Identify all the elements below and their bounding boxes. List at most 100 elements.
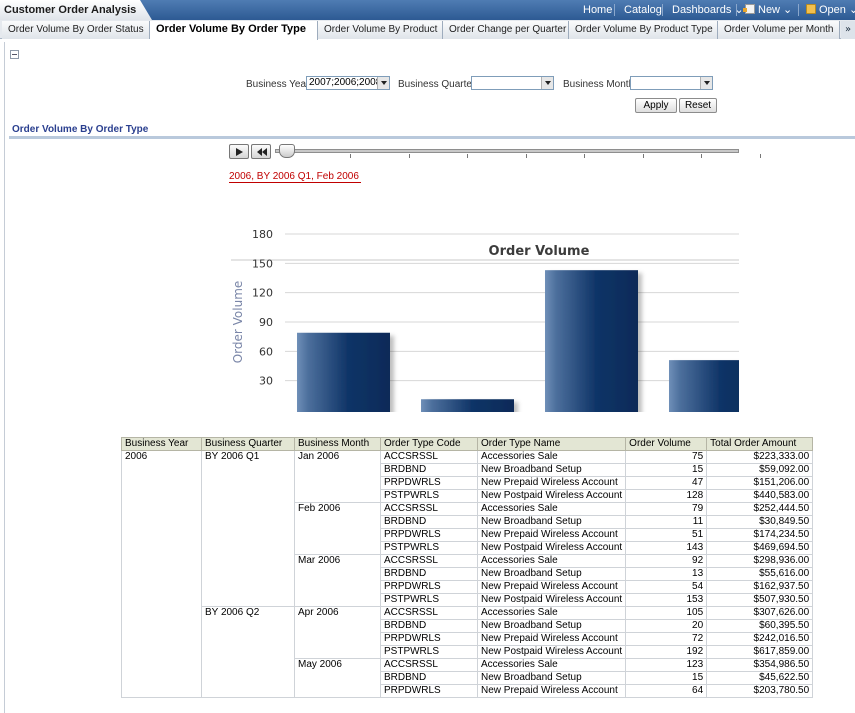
nav-catalog-link[interactable]: Catalog xyxy=(624,0,662,20)
tab-order-volume-per-month[interactable]: Order Volume per Month xyxy=(718,21,840,39)
business-month-select[interactable] xyxy=(630,76,713,90)
chart-bar-pstpwrls xyxy=(669,360,739,412)
nav-separator xyxy=(798,4,799,16)
reset-button[interactable]: Reset xyxy=(679,98,717,113)
cell-order-type-code: PRPDWRLS xyxy=(380,528,478,542)
nav-dashboards-menu[interactable]: Dashboards ⌄ xyxy=(672,0,744,20)
slider-caption: 2006, BY 2006 Q1, Feb 2006 xyxy=(229,171,361,183)
chart-title: Order Volume xyxy=(489,244,590,259)
cell-order-type-name: New Prepaid Wireless Account xyxy=(476,528,627,542)
chevron-down-icon xyxy=(700,77,712,89)
cell-total-order-amount: $59,092.00 xyxy=(706,463,814,477)
y-tick-label: 60 xyxy=(259,345,273,358)
cell-order-type-name: New Prepaid Wireless Account xyxy=(476,476,627,490)
section-title: Order Volume By Order Type xyxy=(12,124,149,135)
table-body: 2006 BY 2006 Q1 Jan 2006 ACCSRSSL Accessorie… xyxy=(121,450,814,698)
tab-order-volume-by-order-type[interactable]: Order Volume By Order Type xyxy=(150,21,318,40)
slider-tick xyxy=(701,154,702,158)
column-header-business-year[interactable]: Business Year xyxy=(121,437,202,451)
cell-total-order-amount: $252,444.50 xyxy=(706,502,814,516)
new-document-icon xyxy=(743,4,755,14)
column-header-business-quarter[interactable]: Business Quarter xyxy=(201,437,295,451)
cell-order-type-code: ACCSRSSL xyxy=(380,502,478,516)
order-volume-table: Business Year Business Quarter Business Mo… xyxy=(121,437,814,698)
cell-order-volume: 72 xyxy=(625,632,708,646)
rewind-icon xyxy=(256,148,268,156)
folder-icon xyxy=(806,4,816,14)
cell-order-type-name: New Broadband Setup xyxy=(476,619,627,633)
tab-order-volume-by-product[interactable]: Order Volume By Product xyxy=(318,21,443,39)
cell-order-volume: 13 xyxy=(625,567,708,581)
cell-total-order-amount: $45,622.50 xyxy=(706,671,814,685)
cell-total-order-amount: $307,626.00 xyxy=(706,606,814,620)
cell-order-type-name: Accessories Sale xyxy=(476,554,627,568)
y-tick-label: 90 xyxy=(259,316,273,329)
cell-total-order-amount: $30,849.50 xyxy=(706,515,814,529)
nav-new-menu[interactable]: New ⌄ xyxy=(743,0,793,20)
slider-tick xyxy=(408,154,410,158)
cell-order-type-code: BRDBND xyxy=(380,463,478,477)
business-year-select[interactable]: 2007;2006;2008 xyxy=(306,76,390,90)
table-row: 2006 BY 2006 Q1 Jan 2006 ACCSRSSL Accessorie… xyxy=(121,450,814,698)
cell-total-order-amount: $223,333.00 xyxy=(706,450,814,464)
column-header-order-type-code[interactable]: Order Type Code xyxy=(380,437,478,451)
cell-order-type-code: PSTPWRLS xyxy=(380,645,478,659)
tab-order-volume-by-product-type[interactable]: Order Volume By Product Type xyxy=(569,21,718,39)
nav-separator xyxy=(614,4,615,16)
cell-order-type-code: BRDBND xyxy=(380,515,478,529)
slider-tick xyxy=(584,154,585,158)
cell-order-type-code: PSTPWRLS xyxy=(380,489,478,503)
cell-total-order-amount: $60,395.50 xyxy=(706,619,814,633)
table-header-row: Business Year Business Quarter Business Mo… xyxy=(121,437,814,451)
rewind-button[interactable] xyxy=(251,144,271,159)
column-header-order-type-name[interactable]: Order Type Name xyxy=(476,437,627,451)
y-tick-label: 180 xyxy=(252,228,273,241)
slider-tick xyxy=(350,154,351,158)
slider-track[interactable] xyxy=(275,149,739,153)
chart-bar-prpdwrls xyxy=(545,270,638,412)
play-button[interactable] xyxy=(229,144,249,159)
cell-total-order-amount: $298,936.00 xyxy=(706,554,814,568)
cell-order-type-code: PRPDWRLS xyxy=(380,632,478,646)
cell-quarter: BY 2006 Q2 xyxy=(201,606,295,698)
apply-button[interactable]: Apply xyxy=(635,98,677,113)
chart-bar-accsrssl xyxy=(297,332,390,412)
column-header-total-order-amount[interactable]: Total Order Amount xyxy=(706,437,814,451)
more-tabs-button[interactable]: » xyxy=(841,21,855,39)
cell-order-type-name: New Prepaid Wireless Account xyxy=(476,580,627,594)
cell-total-order-amount: $354,986.50 xyxy=(706,658,814,672)
nav-home-link[interactable]: Home xyxy=(583,0,612,20)
cell-total-order-amount: $174,234.50 xyxy=(706,528,814,542)
cell-order-volume: 64 xyxy=(625,684,708,698)
cell-order-volume: 11 xyxy=(625,515,708,529)
business-quarter-label: Business Quarter xyxy=(398,79,476,90)
cell-month: Jan 2006 xyxy=(294,450,381,503)
cell-order-volume: 51 xyxy=(625,528,708,542)
table-row: BY 2006 Q2 Apr 2006 ACCSRSSL Accessories Sa… xyxy=(122,606,814,698)
cell-order-type-code: ACCSRSSL xyxy=(380,554,478,568)
nav-open-menu[interactable]: Open ⌄ xyxy=(806,0,855,20)
cell-order-type-name: New Postpaid Wireless Account xyxy=(476,541,627,555)
column-header-business-month[interactable]: Business Month xyxy=(294,437,381,451)
cell-total-order-amount: $203,780.50 xyxy=(706,684,814,698)
cell-order-type-name: New Postpaid Wireless Account xyxy=(476,489,627,503)
slider-handle[interactable] xyxy=(279,144,295,158)
cell-order-type-code: PRPDWRLS xyxy=(380,684,478,698)
column-header-order-volume[interactable]: Order Volume xyxy=(625,437,708,451)
cell-order-type-name: Accessories Sale xyxy=(476,606,627,620)
cell-month: Mar 2006 xyxy=(294,554,381,607)
cell-order-type-name: Accessories Sale xyxy=(476,450,627,464)
chevron-down-icon xyxy=(377,77,389,89)
cell-order-type-code: ACCSRSSL xyxy=(380,606,478,620)
tab-order-change-per-quarter[interactable]: Order Change per Quarter xyxy=(443,21,569,39)
tab-order-volume-by-order-status[interactable]: Order Volume By Order Status xyxy=(2,21,150,39)
nav-new-label: New ⌄ xyxy=(758,4,793,16)
cell-order-type-name: Accessories Sale xyxy=(476,658,627,672)
business-quarter-select[interactable] xyxy=(471,76,554,90)
cell-order-volume: 79 xyxy=(625,502,708,516)
business-year-value: 2007;2006;2008 xyxy=(309,77,382,88)
collapse-icon[interactable] xyxy=(10,50,19,59)
cell-order-type-code: ACCSRSSL xyxy=(380,658,478,672)
cell-month: May 2006 xyxy=(294,658,381,698)
global-header: Customer Order Analysis Home Catalog Das… xyxy=(0,0,855,20)
